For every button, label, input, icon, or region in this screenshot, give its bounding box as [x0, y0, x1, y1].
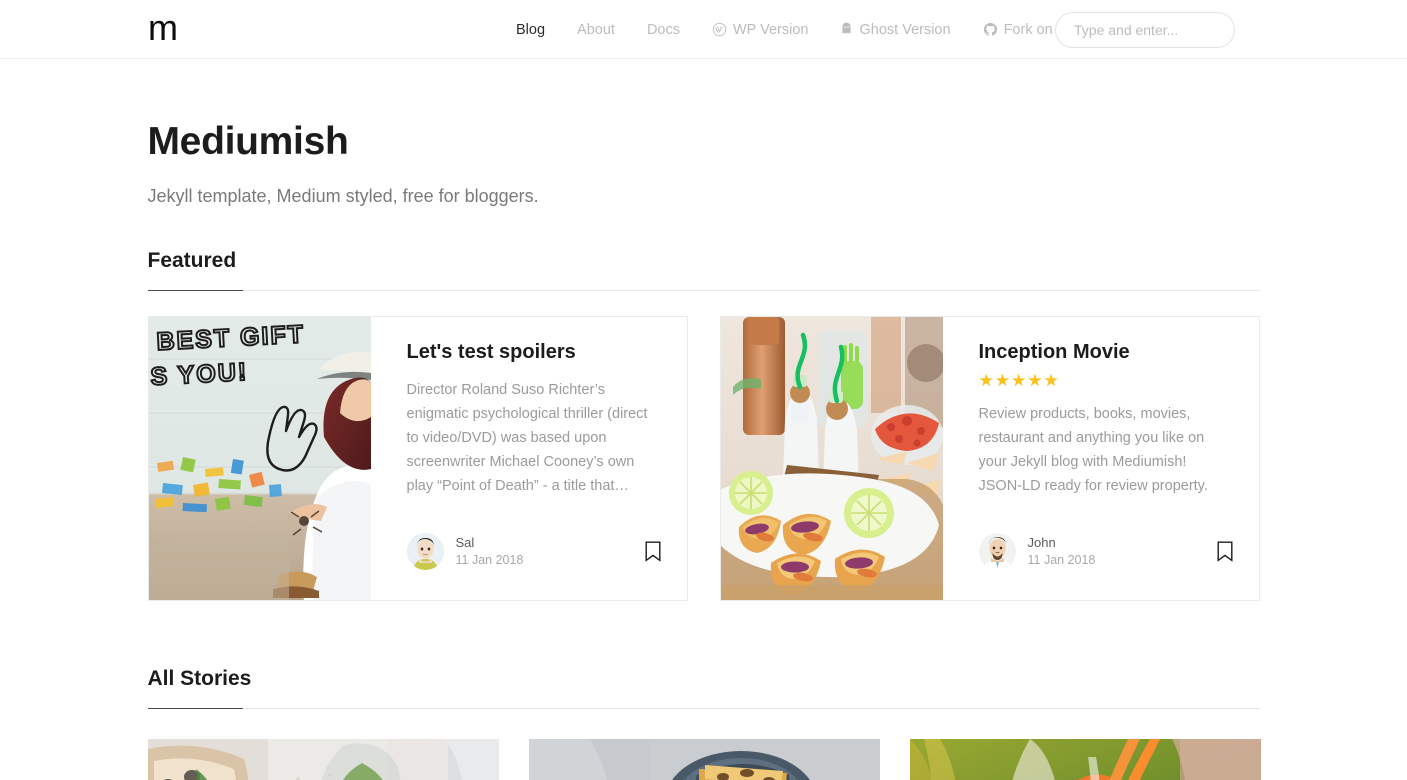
nav-item-docs[interactable]: Docs — [631, 22, 696, 38]
all-stories-divider — [147, 707, 1260, 709]
page-header: Mediumish Jekyll template, Medium styled… — [148, 59, 1260, 207]
author-name[interactable]: John — [1028, 534, 1096, 552]
nav-item-wp-version[interactable]: WP Version — [696, 22, 825, 38]
nav-label-about: About — [577, 21, 615, 38]
star-rating: ★★★★★ ★★★★★ — [979, 372, 1233, 389]
featured-card[interactable]: BEST GIFT S YOU! Let's test spoilers Dir… — [147, 315, 688, 601]
story-card-list — [147, 738, 1261, 780]
nav-item-about[interactable]: About — [561, 22, 631, 38]
nav-label-blog: Blog — [516, 21, 546, 38]
svg-text:S YOU!: S YOU! — [149, 358, 248, 391]
author-name[interactable]: Sal — [456, 534, 524, 552]
search-input[interactable] — [1055, 12, 1235, 48]
bookmark-icon[interactable] — [645, 541, 661, 562]
author-meta: John 11 Jan 2018 — [1028, 534, 1096, 568]
story-card[interactable] — [528, 738, 880, 780]
featured-card-body: Inception Movie ★★★★★ ★★★★★ Review produ… — [943, 317, 1259, 600]
site-logo[interactable]: m — [148, 8, 178, 48]
story-card[interactable] — [147, 738, 499, 780]
featured-card-title[interactable]: Let's test spoilers — [407, 339, 661, 365]
post-date: 11 Jan 2018 — [1027, 552, 1096, 567]
featured-card-image[interactable]: BEST GIFT S YOU! — [148, 316, 371, 600]
star-rating-filled: ★★★★★ — [978, 371, 1060, 389]
featured-card[interactable]: Inception Movie ★★★★★ ★★★★★ Review produ… — [719, 315, 1260, 601]
bookmark-icon[interactable] — [1217, 541, 1233, 562]
featured-card-body: Let's test spoilers Director Roland Suso… — [371, 317, 687, 600]
featured-heading: Featured — [147, 248, 237, 272]
featured-section-header: Featured — [147, 248, 1260, 291]
primary-nav: Blog About Docs WP Version Ghost Version… — [500, 0, 1115, 59]
story-card-image[interactable] — [528, 738, 880, 780]
avatar — [978, 532, 1016, 570]
nav-item-ghost-version[interactable]: Ghost Version — [824, 22, 966, 38]
story-card[interactable] — [909, 738, 1261, 780]
featured-card-list: BEST GIFT S YOU! Let's test spoilers Dir… — [147, 315, 1260, 601]
page-tagline: Jekyll template, Medium styled, free for… — [147, 185, 539, 206]
featured-card-footer: John 11 Jan 2018 — [978, 532, 1233, 570]
all-stories-heading: All Stories — [147, 666, 252, 690]
github-icon — [983, 22, 998, 37]
story-card-image[interactable] — [147, 738, 499, 780]
all-stories-section-header: All Stories — [147, 666, 1260, 709]
post-date: 11 Jan 2018 — [455, 552, 524, 567]
featured-card-title[interactable]: Inception Movie — [979, 339, 1233, 365]
top-navbar: m Blog About Docs WP Version Ghost Versi… — [0, 0, 1407, 59]
nav-label-ghost-version: Ghost Version — [859, 21, 951, 38]
featured-divider — [147, 289, 1260, 291]
page-container: Mediumish Jekyll template, Medium styled… — [147, 59, 1261, 780]
page-title: Mediumish — [147, 120, 349, 163]
featured-card-footer: Sal 11 Jan 2018 — [406, 532, 661, 570]
featured-card-excerpt: Director Roland Suso Richter’s enigmatic… — [406, 381, 648, 495]
nav-label-wp-version: WP Version — [732, 21, 809, 38]
nav-item-blog[interactable]: Blog — [500, 22, 561, 38]
wordpress-icon — [712, 22, 727, 37]
author-meta: Sal 11 Jan 2018 — [456, 534, 524, 568]
featured-card-image[interactable] — [720, 316, 943, 600]
avatar — [406, 532, 444, 570]
featured-card-excerpt: Review products, books, movies, restaura… — [978, 405, 1208, 495]
story-card-image[interactable] — [909, 738, 1261, 780]
ghost-icon — [840, 22, 853, 37]
search-container — [1055, 12, 1235, 48]
nav-label-docs: Docs — [646, 21, 680, 38]
